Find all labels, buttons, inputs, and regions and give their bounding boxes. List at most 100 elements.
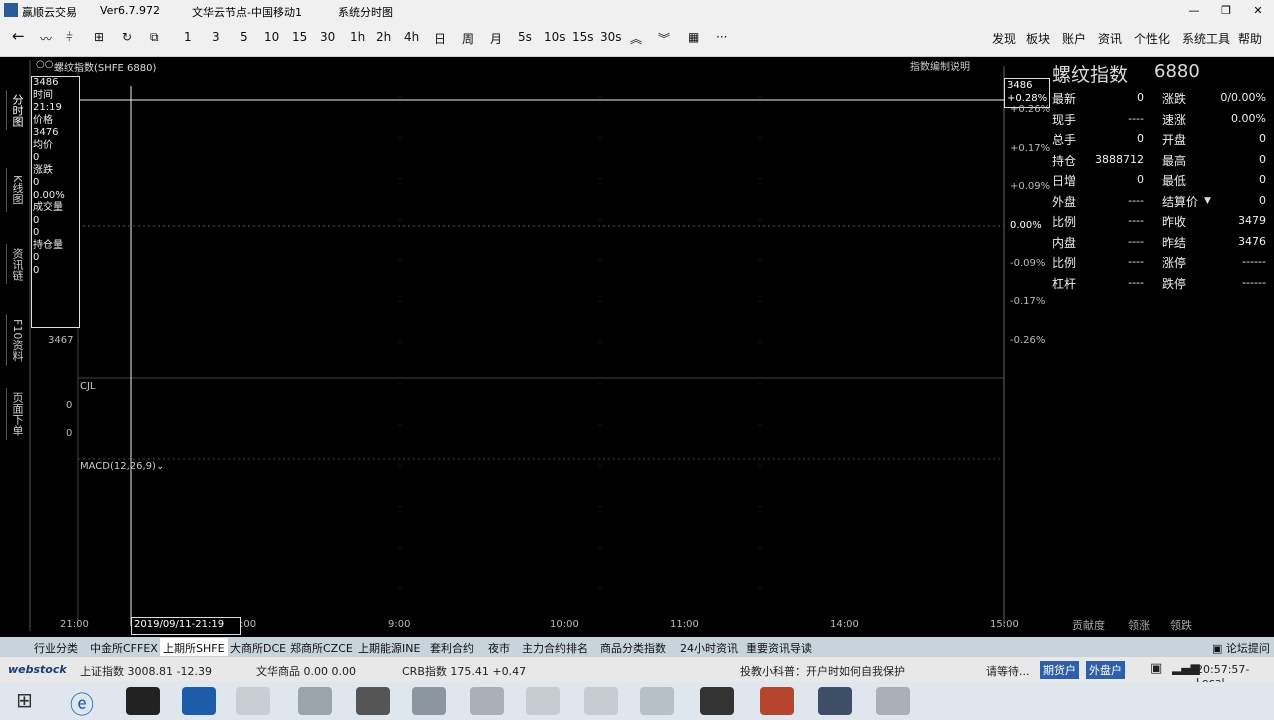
period-button-15[interactable]: 30s: [600, 30, 622, 44]
quote-right-label-2: 开盘: [1162, 133, 1187, 147]
table-icon[interactable]: ▦: [688, 30, 699, 44]
view-title: 系统分时图: [338, 6, 393, 19]
contribution-link[interactable]: 贡献度: [1072, 617, 1105, 633]
period-button-10[interactable]: 周: [462, 30, 474, 47]
period-button-14[interactable]: 15s: [572, 30, 594, 44]
grid-view-icon[interactable]: ⊞: [94, 30, 104, 44]
period-button-5[interactable]: 30: [320, 30, 335, 44]
chevron-down-icon[interactable]: ︾: [658, 30, 670, 47]
app-icon-6[interactable]: [584, 687, 618, 715]
period-button-3[interactable]: 10: [264, 30, 279, 44]
glasses-icon[interactable]: ○○: [36, 59, 53, 70]
hud-time-label: 时间: [33, 89, 53, 101]
quote-right-value-9: ------: [1242, 275, 1266, 289]
period-button-9[interactable]: 日: [434, 30, 446, 47]
x-tick-5: 15:00: [990, 619, 1019, 630]
period-button-0[interactable]: 1: [184, 30, 192, 44]
period-button-4[interactable]: 15: [292, 30, 307, 44]
start-windows-icon[interactable]: ⊞: [16, 688, 40, 716]
hud-vol1: 0: [33, 214, 40, 226]
hud-price-top: 3486: [33, 77, 59, 88]
quote-right-label-6: 昨收: [1162, 215, 1187, 229]
exchange-tab-2[interactable]: 上期所SHFE: [160, 638, 228, 656]
open-foreign-button[interactable]: 外盘户: [1086, 661, 1125, 679]
quote-right-value-8: ------: [1242, 255, 1266, 268]
chevron-up-icon[interactable]: ︽: [630, 30, 642, 47]
period-button-11[interactable]: 月: [490, 30, 502, 47]
exchange-tab-10[interactable]: 24小时资讯: [680, 640, 738, 656]
exchange-tab-6[interactable]: 套利合约: [430, 640, 474, 656]
period-button-2[interactable]: 5: [240, 30, 248, 44]
quote-left-label-9: 杠杆: [1052, 276, 1077, 291]
refresh-icon[interactable]: ↻: [122, 30, 132, 44]
period-button-1[interactable]: 3: [212, 30, 220, 44]
line-chart-icon[interactable]: 〰: [40, 30, 52, 47]
quote-left-label-7: 内盘: [1052, 235, 1077, 250]
hud-vol-label: 成交量: [33, 202, 63, 213]
index-explain-link[interactable]: 指数编制说明: [910, 58, 970, 73]
live-icon[interactable]: [700, 687, 734, 715]
settle-dropdown-icon[interactable]: ▼: [1204, 196, 1211, 206]
menu-item-5[interactable]: 系统工具: [1182, 30, 1230, 47]
exchange-tab-7[interactable]: 夜市: [488, 640, 510, 656]
status-bar: webstock 上证指数 3008.81 -12.39 文华商品 0.00 0…: [0, 657, 1274, 689]
title-bar: 赢顺云交易 Ver6.7.972 文华云节点-中国移动1 系统分时图 — ❐ ✕: [0, 0, 1274, 22]
exchange-tab-4[interactable]: 郑商所CZCE: [290, 640, 353, 656]
exchange-tab-11[interactable]: 重要资讯导读: [746, 640, 812, 656]
wechat-icon[interactable]: [640, 687, 674, 715]
quote-left-value-0: 0: [1137, 91, 1144, 104]
wh6-icon[interactable]: [818, 687, 852, 715]
menu-item-3[interactable]: 资讯: [1098, 30, 1122, 47]
explorer-icon[interactable]: [236, 687, 270, 715]
monitor-icon[interactable]: ▣: [1150, 661, 1162, 676]
period-button-6[interactable]: 1h: [350, 30, 365, 44]
outlook-icon[interactable]: [182, 687, 216, 715]
exchange-tab-8[interactable]: 主力合约排名: [522, 640, 588, 656]
menu-item-0[interactable]: 发现: [992, 30, 1016, 47]
exchange-tab-0[interactable]: 行业分类: [34, 640, 78, 656]
chart-window-icon[interactable]: ⧉: [150, 30, 159, 45]
macd-label[interactable]: MACD(12,26,9)⌄: [80, 461, 164, 472]
app-icon-3[interactable]: [412, 687, 446, 715]
period-button-13[interactable]: 10s: [544, 30, 566, 44]
toolbar: ← 〰 ⫩ ⊞ ↻ ⧉ 1 3 5 10 15 30 1h 2h 4h 日周月 5s 10s 15s 30…: [0, 22, 1274, 57]
menu-item-1[interactable]: 板块: [1026, 30, 1050, 47]
wh-index: 文华商品 0.00 0.00: [256, 665, 356, 678]
exchange-tabs: 行业分类 中金所CFFEX 上期所SHFE 大商所DCE 郑商所CZCE 上期能源INE 套…: [0, 637, 1274, 657]
candlestick-icon[interactable]: ⫩: [66, 30, 73, 45]
terminal-icon[interactable]: [126, 687, 160, 715]
app-icon-2[interactable]: [356, 687, 390, 715]
quote-left-label-3: 持仓: [1052, 153, 1077, 168]
back-arrow-icon[interactable]: ←: [12, 27, 25, 45]
close-icon[interactable]: ✕: [1244, 4, 1272, 22]
open-futures-button[interactable]: 期货户: [1040, 661, 1079, 679]
crb-index: CRB指数 175.41 +0.47: [402, 665, 527, 678]
quote-left-value-7: ----: [1128, 234, 1144, 248]
period-button-12[interactable]: 5s: [518, 30, 532, 44]
leaders-down-link[interactable]: 领跌: [1170, 617, 1192, 633]
exchange-tab-1[interactable]: 中金所CFFEX: [90, 640, 158, 656]
chart-header: 螺纹指数(SHFE 6880): [54, 63, 157, 74]
forum-link[interactable]: ▣ 论坛提问: [1212, 640, 1270, 656]
period-button-7[interactable]: 2h: [376, 30, 391, 44]
menu-item-2[interactable]: 账户: [1062, 30, 1086, 47]
exchange-tab-3[interactable]: 大商所DCE: [230, 640, 286, 656]
minimize-icon[interactable]: —: [1180, 4, 1208, 22]
powerpoint-icon[interactable]: [760, 687, 794, 715]
ie-browser-icon[interactable]: ⓔ: [70, 685, 104, 719]
quote-right-value-4: 0: [1259, 173, 1266, 186]
app-icon-5[interactable]: [526, 687, 560, 715]
app-icon-4[interactable]: [470, 687, 504, 715]
leaders-up-link[interactable]: 领涨: [1128, 617, 1150, 633]
exchange-tab-5[interactable]: 上期能源INE: [358, 640, 420, 656]
edu-tip[interactable]: 投教小科普：开户时如何自我保护: [740, 663, 905, 679]
app-icon-1[interactable]: [298, 687, 332, 715]
exchange-tab-9[interactable]: 商品分类指数: [600, 640, 666, 656]
more-button[interactable]: ···: [716, 30, 727, 44]
menu-item-6[interactable]: 帮助: [1238, 30, 1262, 47]
menu-item-4[interactable]: 个性化: [1134, 30, 1170, 47]
quote-left-label-0: 最新: [1052, 92, 1077, 106]
app-icon-7[interactable]: [876, 687, 910, 715]
period-button-8[interactable]: 4h: [404, 30, 419, 44]
restore-icon[interactable]: ❐: [1212, 4, 1240, 22]
